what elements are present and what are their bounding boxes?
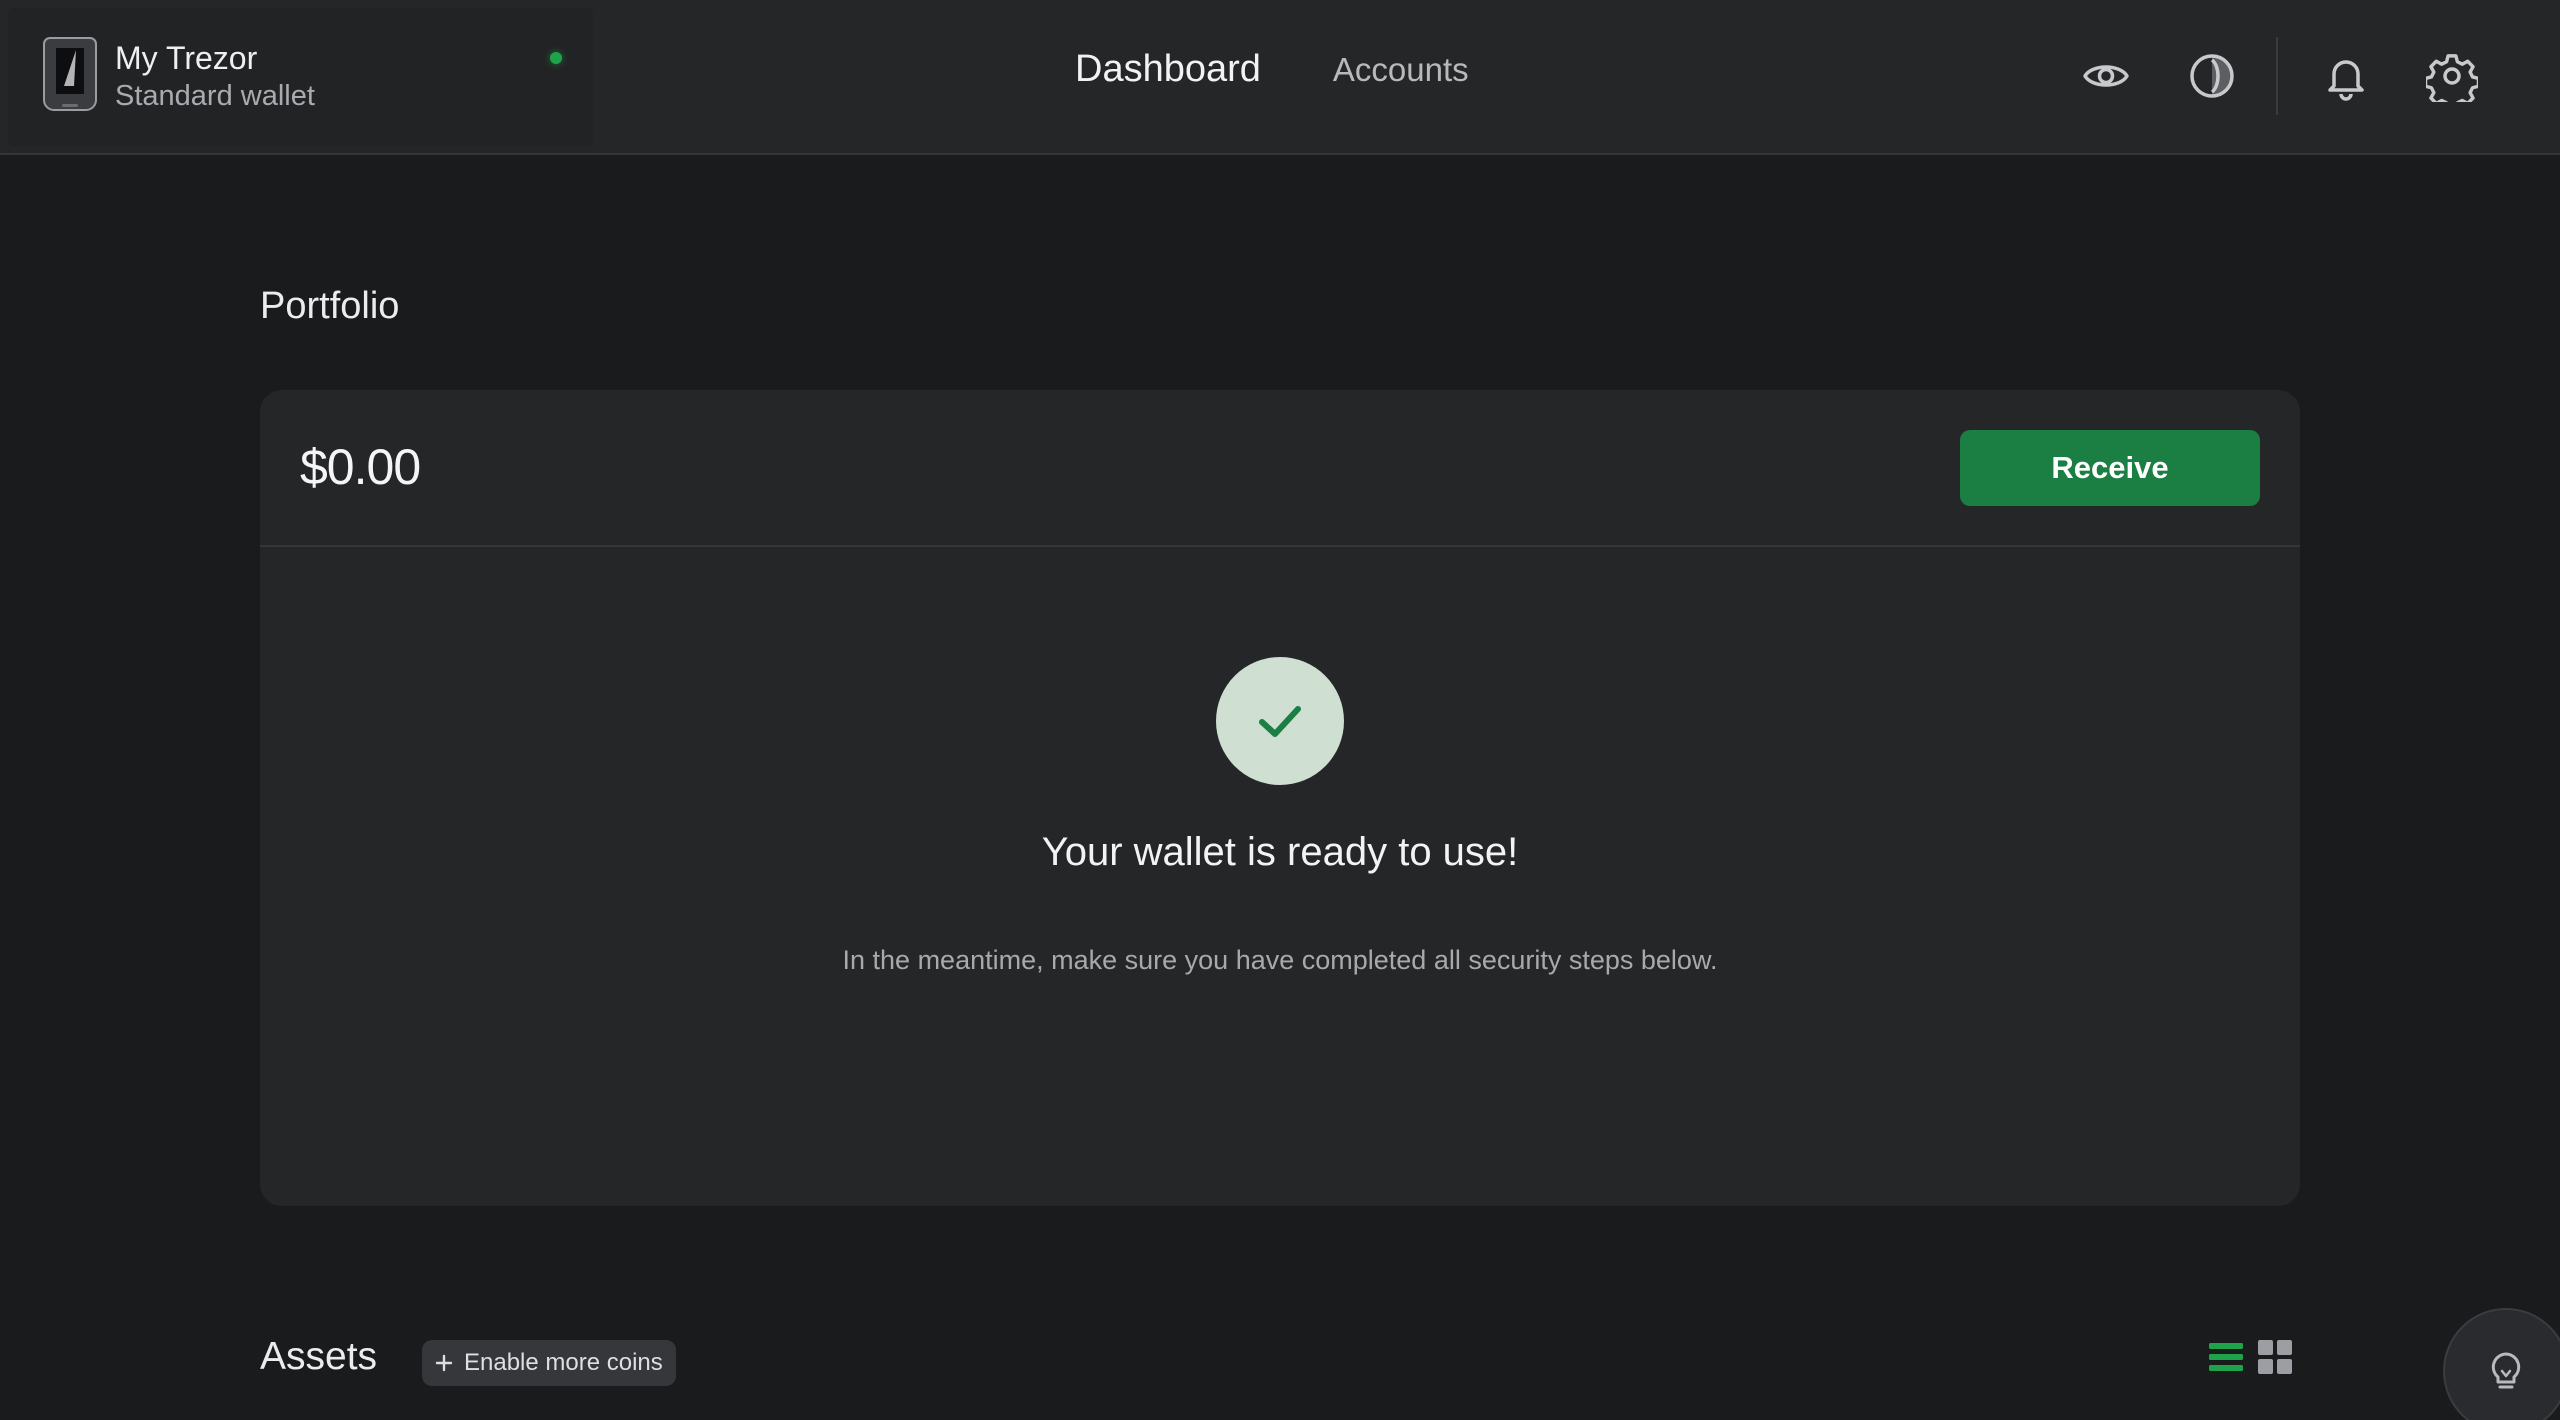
nav-dashboard[interactable]: Dashboard <box>1075 48 1261 91</box>
header-divider <box>2276 37 2278 115</box>
enable-more-coins-label: Enable more coins <box>464 1349 663 1376</box>
app-window: My Trezor Standard wallet Dashboard Acco… <box>0 0 2560 1420</box>
top-header: My Trezor Standard wallet Dashboard Acco… <box>0 0 2560 155</box>
portfolio-heading: Portfolio <box>260 285 400 327</box>
grid-view-icon[interactable] <box>2255 1337 2295 1377</box>
receive-button[interactable]: Receive <box>1960 430 2260 506</box>
wallet-ready-title: Your wallet is ready to use! <box>1041 830 1519 874</box>
plus-icon <box>435 1354 453 1372</box>
connection-status-dot <box>550 52 562 64</box>
wallet-type-label: Standard wallet <box>115 80 315 112</box>
main-nav: Dashboard Accounts <box>1075 48 1469 91</box>
eye-icon[interactable] <box>2080 50 2132 102</box>
gear-icon[interactable] <box>2426 50 2478 102</box>
list-view-icon[interactable] <box>2206 1337 2246 1377</box>
lightbulb-icon <box>2491 1352 2521 1389</box>
device-switcher[interactable]: My Trezor Standard wallet <box>8 8 593 146</box>
theme-contrast-icon[interactable] <box>2186 50 2238 102</box>
portfolio-balance: $0.00 <box>300 439 421 495</box>
nav-accounts[interactable]: Accounts <box>1333 51 1469 89</box>
portfolio-card: $0.00 Receive Your wallet is ready to us… <box>260 390 2300 1206</box>
help-button[interactable] <box>2443 1308 2560 1420</box>
checkmark-icon <box>1259 706 1301 737</box>
enable-more-coins-button[interactable]: Enable more coins <box>422 1340 676 1386</box>
wallet-ready-subtitle: In the meantime, make sure you have comp… <box>842 945 1718 975</box>
assets-heading: Assets <box>260 1335 378 1378</box>
bell-icon[interactable] <box>2320 50 2372 102</box>
success-check-badge <box>1216 657 1344 785</box>
portfolio-balance-bar: $0.00 Receive <box>260 390 2300 547</box>
trezor-device-icon <box>43 37 97 111</box>
device-name: My Trezor <box>115 40 258 76</box>
